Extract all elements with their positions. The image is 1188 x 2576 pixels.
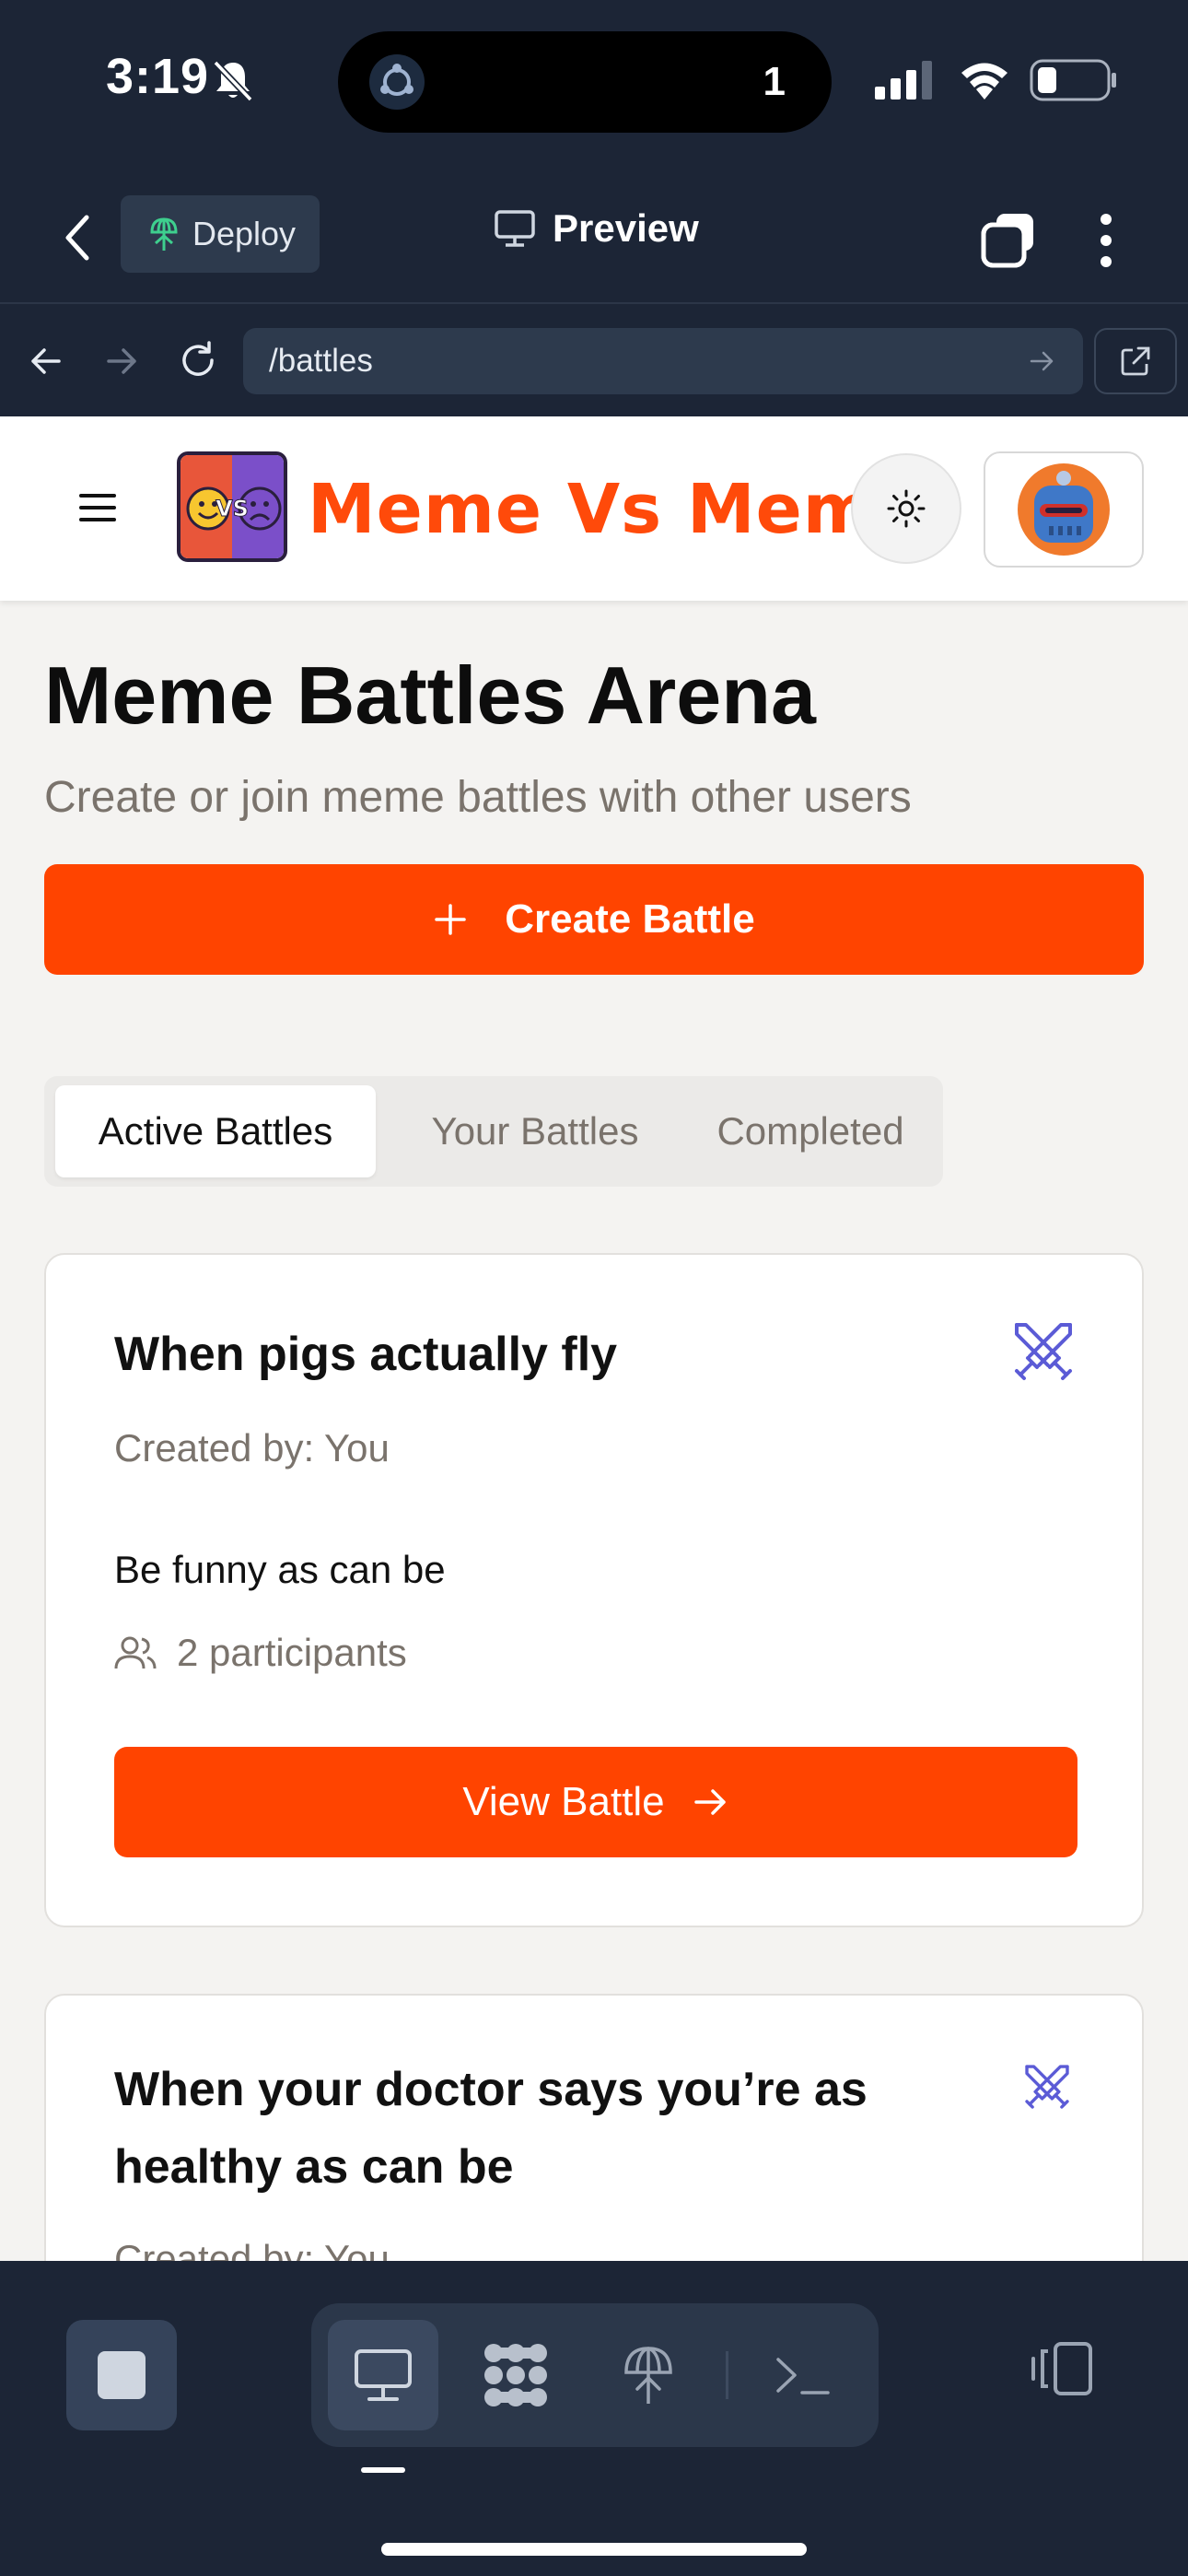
activity-icon — [369, 54, 425, 110]
create-battle-label: Create Battle — [505, 896, 755, 942]
tab-active-battles[interactable]: Active Battles — [55, 1085, 376, 1177]
battle-description: Be funny as can be — [114, 1548, 446, 1591]
url-text: /battles — [269, 343, 373, 379]
battle-card: When pigs actually fly Created by: You B… — [44, 1253, 1144, 1927]
menu-icon[interactable] — [79, 492, 116, 523]
view-battle-label: View Battle — [462, 1779, 665, 1824]
go-arrow-icon[interactable] — [1028, 346, 1057, 376]
deploy-label: Deploy — [192, 215, 297, 252]
web-page: VS Meme Vs Meme Meme Battles Arena Creat… — [0, 416, 1188, 2261]
page-subtitle: Create or join meme battles with other u… — [44, 773, 912, 822]
tabs-icon[interactable] — [980, 210, 1039, 269]
create-battle-button[interactable]: Create Battle — [44, 864, 1144, 975]
created-by: Created by: You — [114, 2237, 390, 2261]
brand-name[interactable]: Meme Vs Meme — [308, 470, 922, 549]
toolbar-divider — [726, 2351, 728, 2399]
user-avatar-button[interactable] — [984, 451, 1144, 568]
signal-icon — [875, 61, 932, 100]
battle-title: When your doctor says you’re as healthy … — [114, 2063, 868, 2194]
integrations-tool-button[interactable] — [460, 2320, 571, 2430]
grid-blob-icon — [484, 2344, 547, 2406]
app-header: Deploy Preview — [0, 175, 1188, 304]
avatar — [1018, 463, 1110, 556]
sun-icon — [887, 489, 926, 528]
battle-tabs: Active Battles Your Battles Completed — [44, 1076, 943, 1187]
external-link-icon — [1121, 346, 1150, 376]
deploy-button[interactable]: Deploy — [121, 195, 320, 273]
monitor-icon — [355, 2349, 412, 2401]
battle-title: When pigs actually fly — [114, 1328, 618, 1381]
arrow-right-icon — [693, 1789, 726, 1815]
stop-icon — [98, 2351, 146, 2399]
terminal-icon — [776, 2358, 830, 2395]
status-time: 3:19 — [106, 49, 210, 104]
stop-button[interactable] — [66, 2320, 177, 2430]
back-chevron-icon[interactable] — [57, 210, 98, 265]
tool-switcher — [311, 2303, 879, 2447]
bottom-toolbar — [0, 2261, 1188, 2576]
theme-toggle-button[interactable] — [851, 453, 961, 564]
browser-url-bar: /battles — [0, 306, 1188, 416]
device-toggle-icon[interactable] — [1030, 2340, 1096, 2397]
tab-completed[interactable]: Completed — [689, 1085, 932, 1177]
logo-text: VS — [215, 496, 249, 521]
more-icon[interactable] — [1092, 208, 1120, 273]
island-count: 1 — [763, 59, 786, 104]
dynamic-island: 1 — [338, 31, 832, 133]
participants: 2 participants — [114, 1631, 407, 1675]
arrow-right-icon[interactable] — [103, 343, 140, 380]
deploy-tool-button[interactable] — [593, 2320, 704, 2430]
reload-icon[interactable] — [177, 339, 219, 381]
deploy-icon — [624, 2347, 672, 2404]
open-external-button[interactable] — [1094, 328, 1177, 394]
preview-label: Preview — [553, 206, 699, 250]
swords-icon — [1015, 1323, 1072, 1380]
deploy-icon — [150, 217, 178, 251]
arrow-left-icon[interactable] — [28, 343, 64, 380]
wifi-icon — [961, 63, 1007, 100]
home-indicator — [381, 2543, 807, 2556]
site-logo[interactable]: VS — [177, 451, 287, 562]
terminal-tool-button[interactable] — [748, 2320, 858, 2430]
plus-icon — [435, 904, 467, 935]
created-by: Created by: You — [114, 1426, 390, 1469]
tab-your-battles[interactable]: Your Battles — [385, 1085, 685, 1177]
participants-count: 2 participants — [177, 1631, 407, 1674]
view-battle-button[interactable]: View Battle — [114, 1747, 1077, 1857]
preview-title: Preview — [494, 206, 699, 251]
url-input[interactable]: /battles — [243, 328, 1083, 394]
bell-muted-icon — [213, 60, 253, 102]
users-icon — [114, 1636, 157, 1669]
page-title: Meme Battles Arena — [44, 650, 816, 741]
swords-icon — [1025, 2065, 1069, 2109]
status-bar: 3:19 1 — [0, 0, 1188, 175]
preview-tool-button[interactable] — [328, 2320, 438, 2430]
battle-card: When your doctor says you’re as healthy … — [44, 1994, 1144, 2261]
monitor-icon — [495, 210, 535, 247]
site-header: VS Meme Vs Meme — [0, 416, 1188, 601]
active-tool-indicator — [361, 2467, 405, 2473]
battery-icon — [1030, 59, 1116, 101]
